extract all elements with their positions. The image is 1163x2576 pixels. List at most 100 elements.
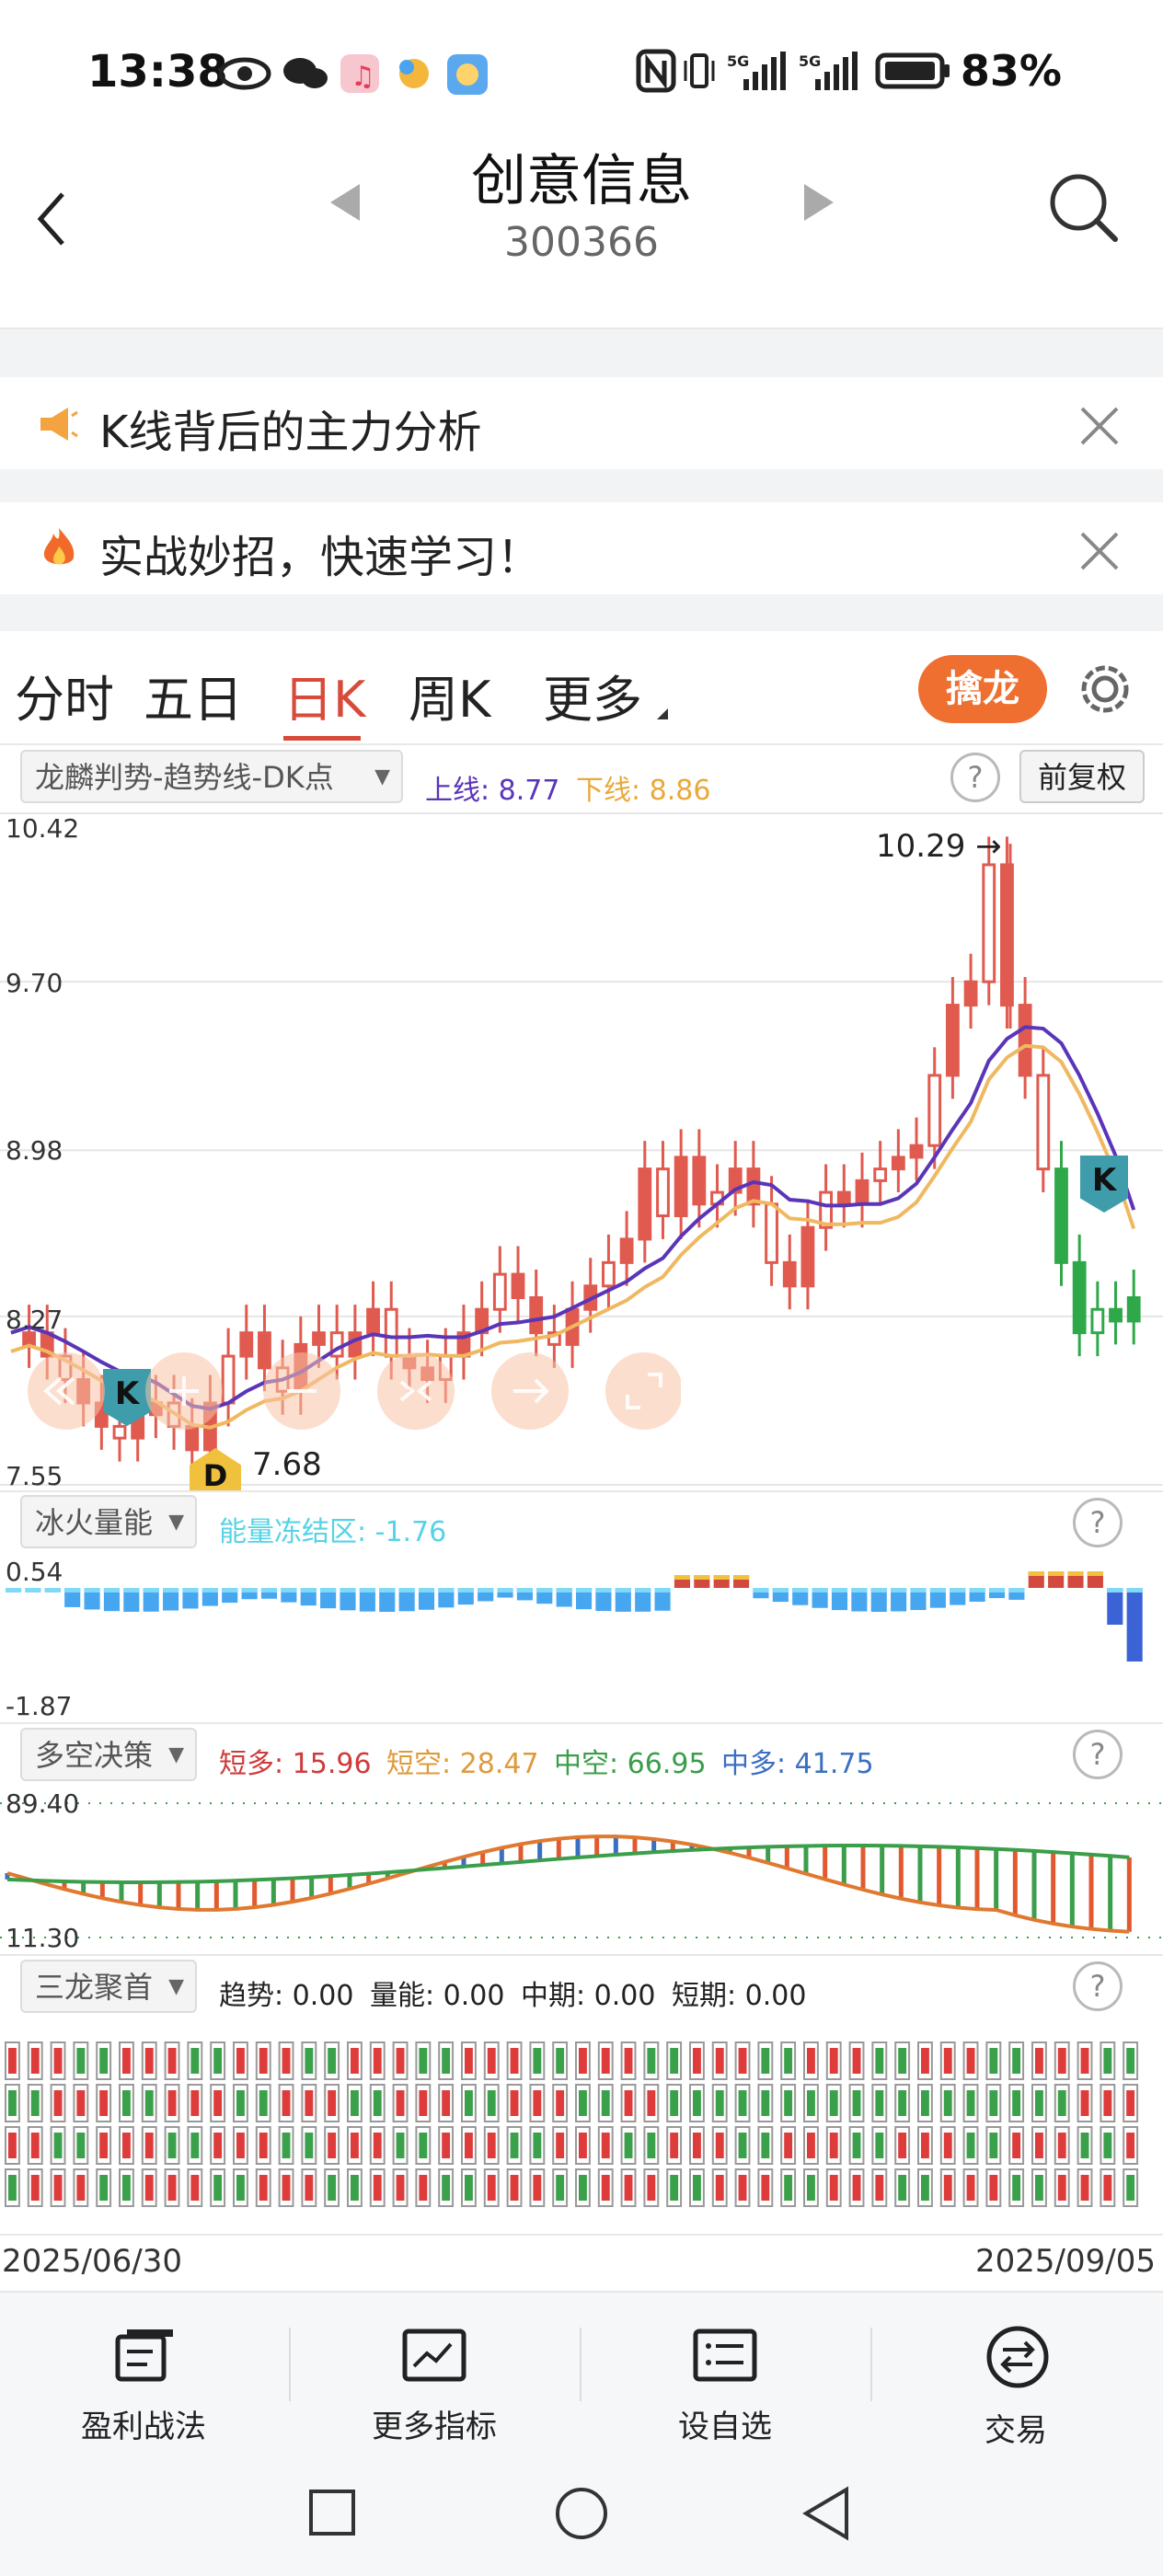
battery-icon (875, 52, 950, 89)
banner-kline-analysis[interactable]: K线背后的主力分析 (0, 377, 1163, 469)
help-icon[interactable]: ? (1073, 1961, 1123, 2011)
sanlong-fill (556, 2090, 565, 2116)
sanlong-fill (1103, 2175, 1112, 2201)
indicator-dropdown[interactable]: 龙麟判势-趋势线-DK点 ▼ (20, 750, 403, 803)
sanlong-fill (442, 2090, 451, 2116)
sanlong-fill (989, 2133, 998, 2158)
sanlong-fill (601, 2048, 610, 2074)
close-icon[interactable] (1078, 530, 1121, 572)
sanlong-fill (213, 2048, 223, 2074)
sanlong-fill (190, 2133, 200, 2158)
sanlong-fill (624, 2175, 633, 2201)
sanlong-fill (921, 2175, 929, 2201)
recents-icon[interactable] (307, 2488, 359, 2539)
sanlong-fill (943, 2048, 952, 2074)
help-icon[interactable]: ? (1073, 1730, 1123, 1779)
sanlong-fill (1012, 2133, 1021, 2158)
sanlong-fill (8, 2090, 17, 2116)
sanlong-fill (8, 2133, 17, 2158)
nav-more-indicators[interactable]: 更多指标 (296, 2401, 572, 2446)
back-nav-icon[interactable] (799, 2484, 854, 2543)
sanlong-fill (122, 2048, 131, 2074)
nav-watchlist[interactable]: 设自选 (587, 2401, 863, 2446)
sanlong-fill (144, 2090, 154, 2116)
bullbear-name: 多空决策 (35, 1738, 154, 1773)
sanlong-fill (236, 2090, 245, 2116)
short-bull-label: 短多: 15.96 (219, 1748, 372, 1780)
banner-learn-tips[interactable]: 实战妙招，快速学习！ (0, 502, 1163, 594)
y-tick: 9.70 (6, 968, 63, 998)
sanlong-fill (761, 2133, 770, 2158)
candle-body (692, 1156, 707, 1206)
sanlong-fill (693, 2175, 701, 2201)
sanlong-fill (351, 2175, 359, 2201)
sanlong-fill (328, 2133, 337, 2158)
sanlong-fill (898, 2048, 907, 2074)
candle-body (927, 1074, 942, 1147)
gear-icon[interactable] (1075, 659, 1135, 719)
tab-intraday[interactable]: 分时 (15, 659, 114, 731)
midterm-label: 中期: 0.00 (521, 1980, 656, 2012)
sanlong-fill (351, 2133, 359, 2158)
trade-icon[interactable] (985, 2324, 1051, 2390)
sanlong-chart (5, 2041, 1139, 2207)
chart-control-icons[interactable] (0, 1352, 681, 1444)
sanlong-fill (1057, 2133, 1066, 2158)
sanlong-fill (556, 2175, 565, 2201)
candle-body (1126, 1296, 1141, 1323)
sanlong-fill (1035, 2133, 1043, 2158)
energy-dropdown[interactable]: 冰火量能 ▼ (20, 1495, 197, 1548)
candle-body (945, 1004, 960, 1077)
bullbear-dropdown[interactable]: 多空决策 ▼ (20, 1728, 197, 1781)
tab-more[interactable]: 更多 (543, 659, 642, 731)
sanlong-fill (624, 2048, 633, 2074)
high-price-label: 10.29 → (876, 828, 1002, 865)
watchlist-icon[interactable] (692, 2328, 758, 2383)
sanlong-fill (533, 2090, 542, 2116)
close-icon[interactable] (1078, 405, 1121, 447)
sanlong-fill (442, 2048, 451, 2074)
sanlong-fill (510, 2048, 519, 2074)
candle-body (836, 1190, 851, 1206)
qinlong-button[interactable]: 擒龙 (918, 655, 1047, 723)
tab-weekly-k[interactable]: 周K (409, 659, 490, 731)
candle-body (656, 1167, 670, 1217)
nav-strategy[interactable]: 盈利战法 (6, 2401, 282, 2446)
sanlong-dropdown[interactable]: 三龙聚首 ▼ (20, 1960, 197, 2013)
sanlong-fill (1103, 2133, 1112, 2158)
chevron-down-icon: ▼ (168, 1975, 184, 1998)
fullscreen-icon (605, 1352, 681, 1430)
tab-five-day[interactable]: 五日 (144, 659, 243, 731)
next-stock-icon[interactable] (800, 182, 837, 223)
sanlong-fill (601, 2090, 610, 2116)
help-icon[interactable]: ? (950, 753, 1000, 802)
wechat-icon (283, 58, 328, 88)
candle-body (312, 1331, 326, 1346)
candle-body (1109, 1307, 1123, 1323)
strategy-icon[interactable] (110, 2328, 177, 2383)
candle-body (1054, 1167, 1068, 1264)
sanlong-fill (784, 2175, 793, 2201)
candle-body (873, 1167, 888, 1182)
sanlong-fill (236, 2133, 245, 2158)
tab-daily-k[interactable]: 日K (283, 659, 365, 731)
sanlong-fill (1057, 2090, 1066, 2116)
chevron-down-icon: ▼ (168, 1511, 184, 1534)
sanlong-fill (30, 2133, 40, 2158)
candle-body (765, 1202, 778, 1264)
indicator-chart-icon[interactable] (401, 2328, 467, 2383)
adjust-button[interactable]: 前复权 (1019, 750, 1145, 803)
search-icon[interactable] (1047, 171, 1121, 245)
nav-trade[interactable]: 交易 (878, 2405, 1154, 2450)
sanlong-fill (351, 2090, 359, 2116)
signal-5g-icon-2: 5G (799, 52, 858, 90)
candle-body (891, 1156, 905, 1171)
sanlong-fill (122, 2175, 131, 2201)
candle-body (800, 1225, 815, 1288)
sanlong-fill (852, 2048, 861, 2074)
sanlong-fill (693, 2090, 701, 2116)
home-icon[interactable] (552, 2484, 611, 2543)
help-icon[interactable]: ? (1073, 1498, 1123, 1547)
sanlong-fill (989, 2175, 998, 2201)
sanlong-fill (601, 2133, 610, 2158)
